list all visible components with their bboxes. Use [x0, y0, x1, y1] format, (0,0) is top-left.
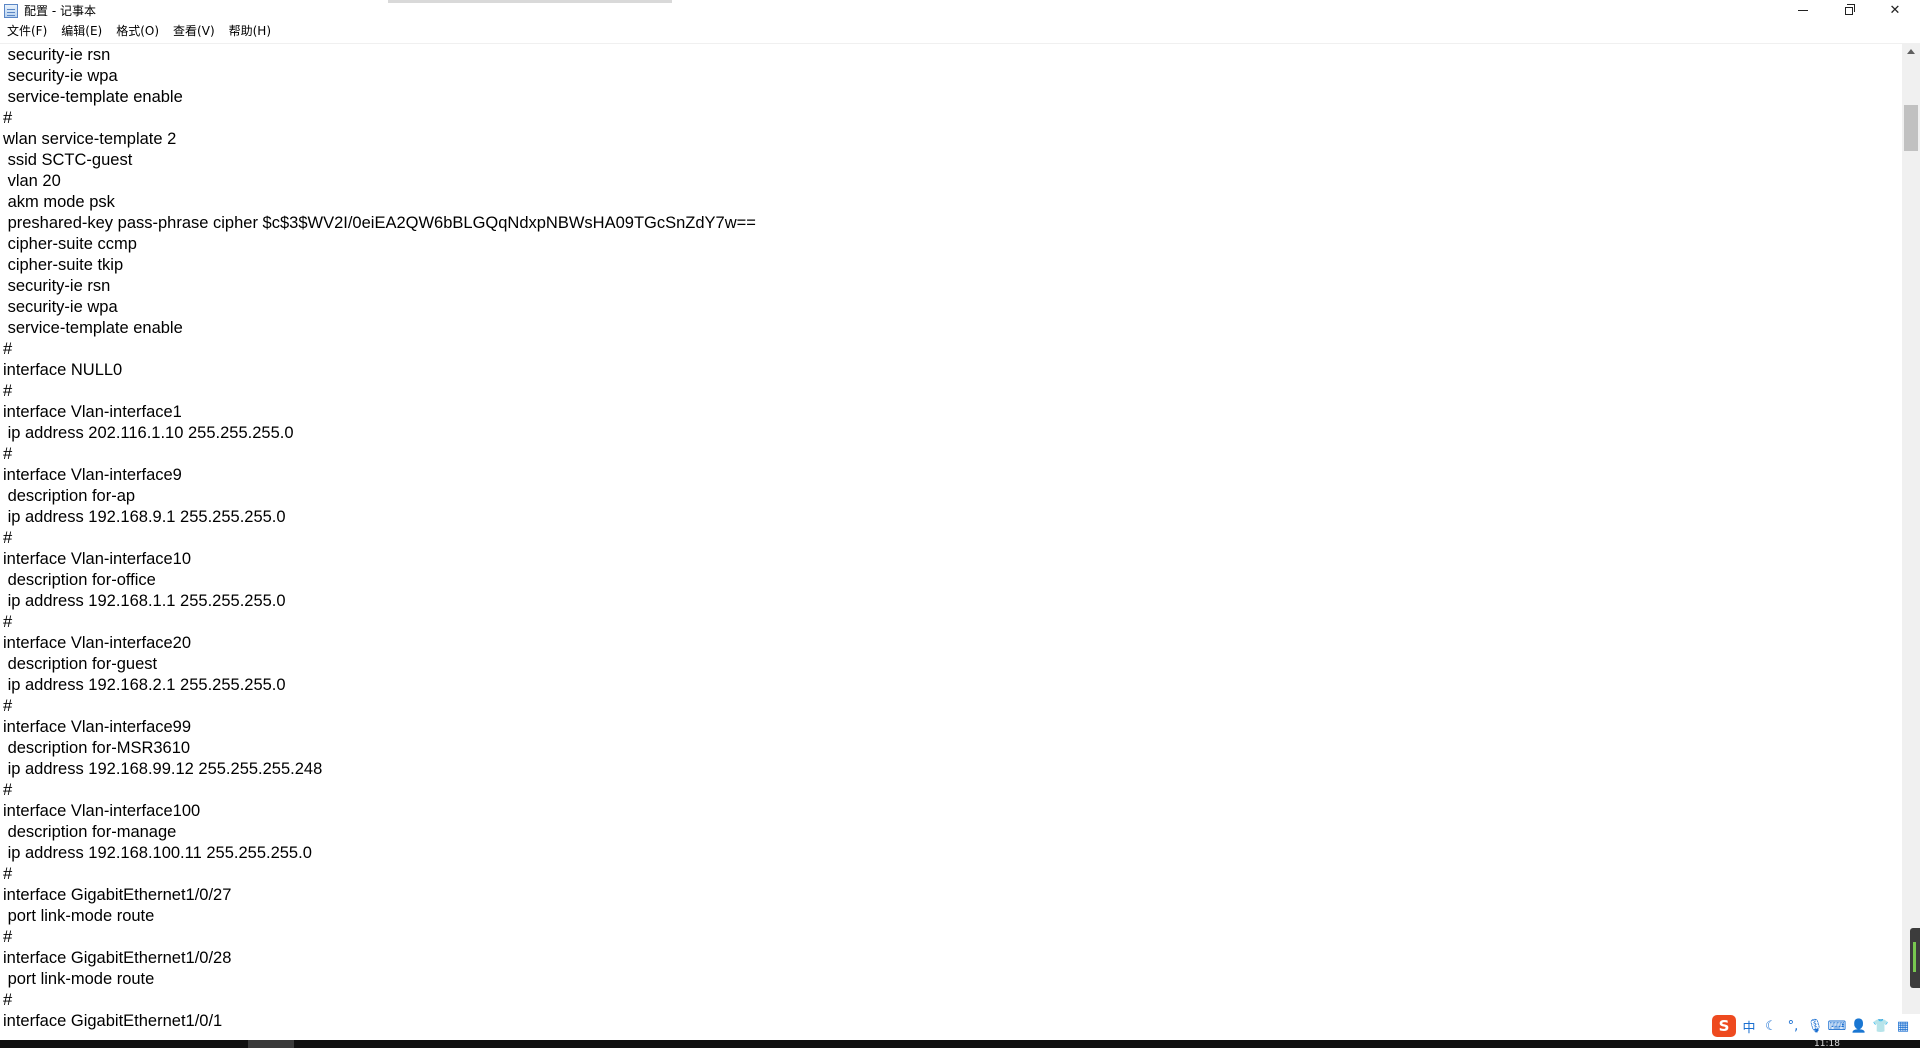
menu-help[interactable]: 帮助(H) [222, 21, 278, 41]
editor-line: description for-guest [3, 655, 158, 673]
editor-line: interface GigabitEthernet1/0/27 [3, 886, 232, 904]
editor-line: description for-MSR3610 [3, 739, 191, 757]
restore-button[interactable] [1826, 0, 1872, 21]
notepad-window: 配置 - 记事本 ✕ 文件(F) 编辑(E) 格式(O) 查看(V) 帮助(H)… [0, 0, 1920, 1048]
taskbar-clock[interactable]: 11:18 [1814, 1040, 1840, 1048]
taskbar-active-app[interactable] [248, 1040, 294, 1048]
editor-line: preshared-key pass-phrase cipher $c$3$WV… [3, 214, 756, 232]
editor-line: interface Vlan-interface100 [3, 802, 201, 820]
keyboard-icon[interactable]: ⌨ [1828, 1017, 1847, 1035]
floating-side-widget[interactable] [1910, 928, 1920, 988]
menu-bar: 文件(F) 编辑(E) 格式(O) 查看(V) 帮助(H) [0, 21, 1920, 41]
editor-line: interface Vlan-interface1 [3, 403, 182, 421]
editor-line: description for-ap [3, 487, 136, 505]
editor-line: ip address 202.116.1.10 255.255.255.0 [3, 424, 294, 442]
editor-line: description for-office [3, 571, 156, 589]
editor-line: ssid SCTC-guest [3, 151, 133, 169]
editor-line: security-ie wpa [3, 298, 118, 316]
editor-line: # [3, 781, 13, 799]
scroll-thumb[interactable] [1904, 105, 1918, 151]
microphone-icon[interactable]: 🎙 [1806, 1017, 1824, 1035]
title-bar[interactable]: 配置 - 记事本 ✕ [0, 0, 1920, 21]
editor-line: interface GigabitEthernet1/0/28 [3, 949, 232, 967]
editor-line: # [3, 340, 13, 358]
dragged-window-shadow [388, 0, 672, 3]
editor-line: # [3, 697, 13, 715]
scroll-up-arrow-icon[interactable] [1902, 43, 1920, 60]
close-icon: ✕ [1889, 3, 1901, 18]
ime-toolbar: S 中 ☾ °, 🎙 ⌨ 👤 👕 ▦ [1712, 1014, 1920, 1038]
punctuation-icon[interactable]: °, [1784, 1017, 1802, 1035]
ime-mode-toggle[interactable]: 中 [1740, 1017, 1758, 1036]
editor-line: # [3, 865, 13, 883]
editor-line: port link-mode route [3, 970, 155, 988]
editor-line: ip address 192.168.99.12 255.255.255.248 [3, 760, 323, 778]
editor-line: interface Vlan-interface99 [3, 718, 192, 736]
notepad-icon [4, 3, 18, 18]
close-button[interactable]: ✕ [1872, 0, 1918, 21]
editor-line: security-ie wpa [3, 67, 118, 85]
taskbar: 11:18 [0, 1040, 1920, 1048]
editor-line: description for-manage [3, 823, 177, 841]
editor-line: interface Vlan-interface9 [3, 466, 182, 484]
editor-line: akm mode psk [3, 193, 115, 211]
editor-line: interface Vlan-interface20 [3, 634, 192, 652]
menu-format[interactable]: 格式(O) [109, 21, 166, 41]
editor-line: vlan 20 [3, 172, 61, 190]
minimize-button[interactable] [1780, 0, 1826, 21]
editor-line: port link-mode route [3, 907, 155, 925]
editor-line: ip address 192.168.100.11 255.255.255.0 [3, 844, 312, 862]
editor-line: ip address 192.168.9.1 255.255.255.0 [3, 508, 286, 526]
editor-line: interface GigabitEthernet1/0/1 [3, 1012, 223, 1030]
editor-line: service-template enable [3, 319, 183, 337]
editor-line: # [3, 991, 13, 1009]
editor-line: ip address 192.168.2.1 255.255.255.0 [3, 676, 286, 694]
editor-line: # [3, 445, 13, 463]
editor-line: wlan service-template 2 [3, 130, 177, 148]
user-icon[interactable]: 👤 [1850, 1017, 1868, 1035]
editor-line: # [3, 613, 13, 631]
editor-line: security-ie rsn [3, 46, 111, 64]
minimize-icon [1798, 10, 1808, 11]
editor-line: interface NULL0 [3, 361, 123, 379]
window-title: 配置 - 记事本 [24, 4, 96, 18]
sogou-ime-logo-icon[interactable]: S [1712, 1015, 1736, 1037]
editor-line: # [3, 529, 13, 547]
menu-file[interactable]: 文件(F) [0, 21, 54, 41]
restore-icon [1845, 3, 1855, 15]
editor-line: # [3, 109, 13, 127]
moon-icon[interactable]: ☾ [1762, 1017, 1780, 1035]
editor-line: # [3, 928, 13, 946]
editor-line: ip address 192.168.1.1 255.255.255.0 [3, 592, 286, 610]
text-editor[interactable]: security-ie rsn security-ie wpa service-… [0, 43, 1902, 1039]
editor-line: security-ie rsn [3, 277, 111, 295]
editor-line: interface Vlan-interface10 [3, 550, 192, 568]
editor-line: cipher-suite tkip [3, 256, 124, 274]
vertical-scrollbar[interactable] [1902, 43, 1920, 1038]
shirt-icon[interactable]: 👕 [1872, 1017, 1890, 1035]
grid-icon[interactable]: ▦ [1894, 1017, 1912, 1035]
menu-view[interactable]: 查看(V) [166, 21, 222, 41]
editor-line: cipher-suite ccmp [3, 235, 137, 253]
editor-line: service-template enable [3, 88, 183, 106]
editor-line: # [3, 382, 13, 400]
menu-edit[interactable]: 编辑(E) [54, 21, 109, 41]
